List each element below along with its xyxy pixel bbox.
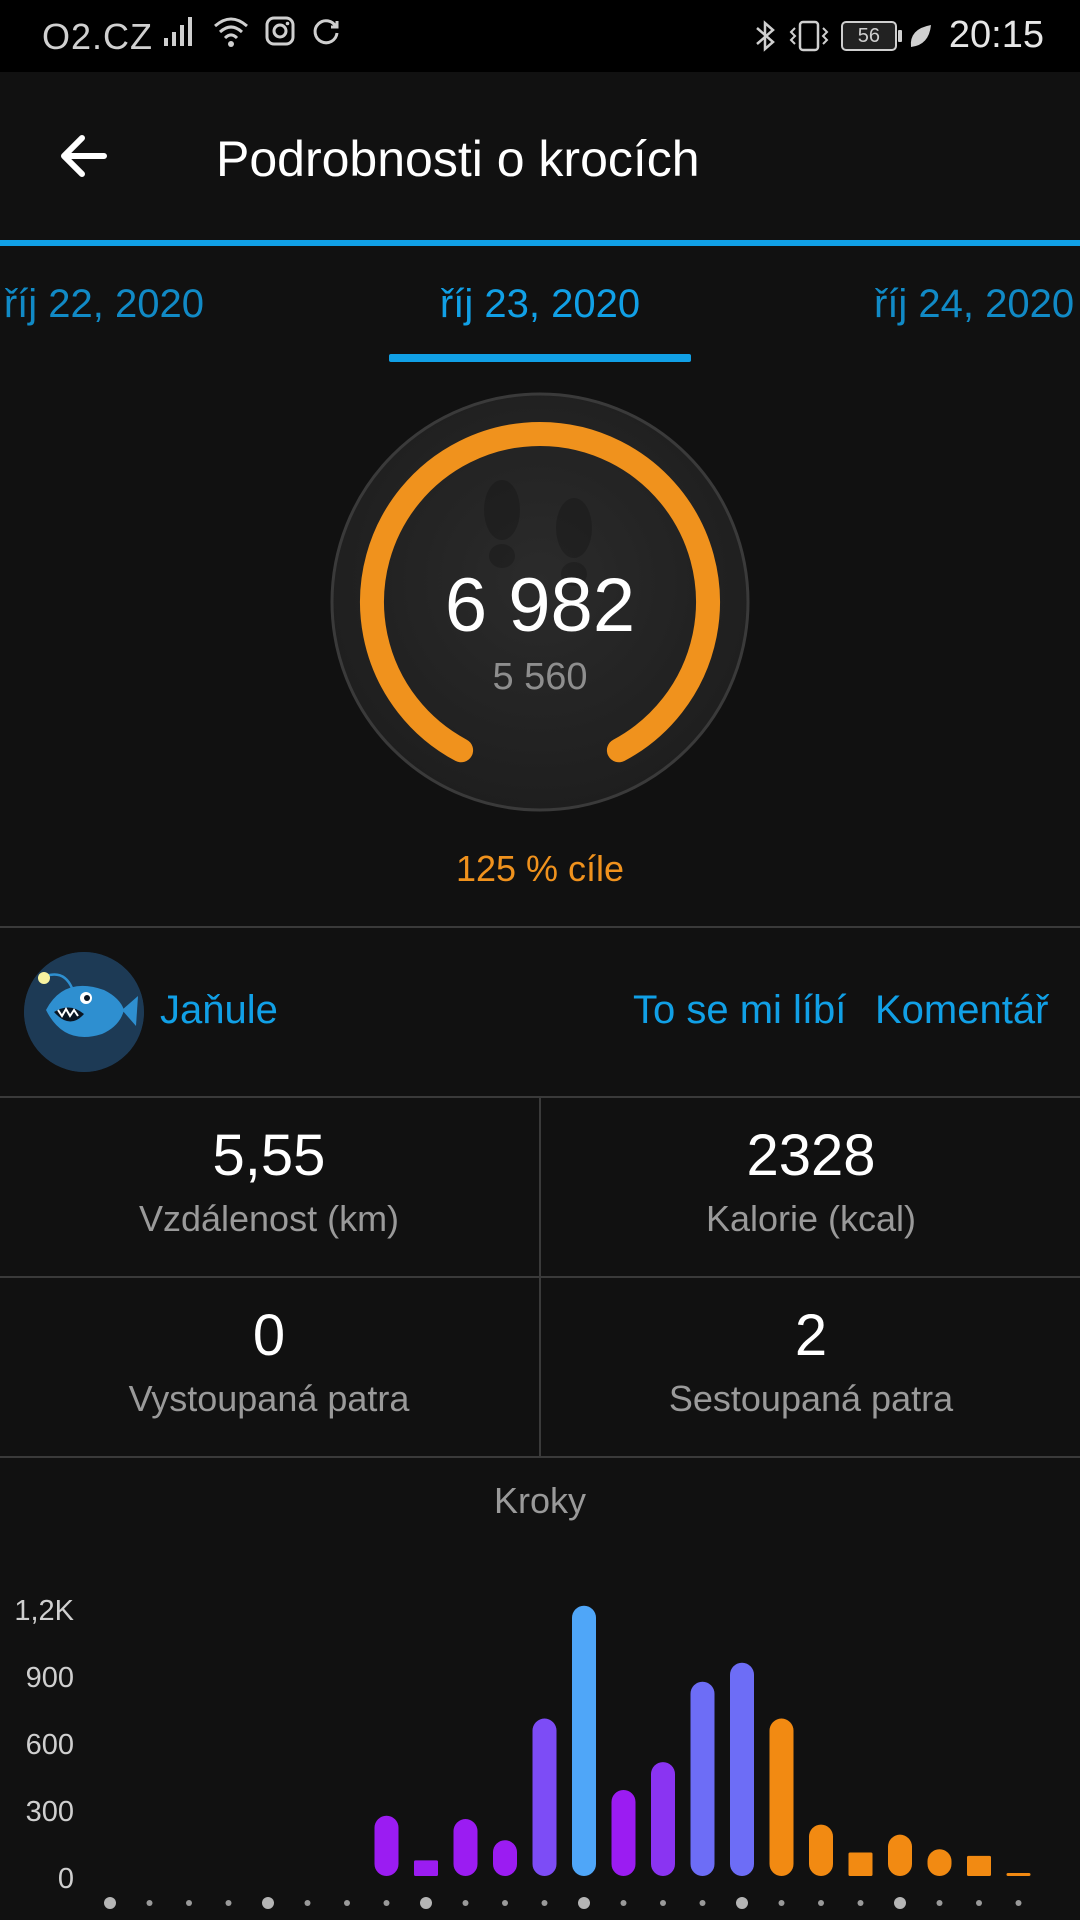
avatar[interactable]	[24, 952, 144, 1072]
x-axis-tick-dot	[262, 1897, 274, 1909]
x-axis-tick-dot	[186, 1900, 192, 1906]
y-tick-label: 0	[58, 1863, 74, 1895]
stat-floors-down: 2 Sestoupaná patra	[542, 1278, 1080, 1456]
tab-next-date[interactable]: říj 24, 2020	[874, 282, 1074, 327]
steps-gauge: 6 982 5 560	[330, 392, 750, 812]
back-button[interactable]	[50, 120, 122, 192]
date-tabs: říj 22, 2020 říj 23, 2020 říj 24, 2020	[0, 246, 1080, 366]
signal-icon	[164, 17, 192, 46]
steps-count: 6 982	[444, 563, 636, 648]
chart-bar	[453, 1819, 478, 1876]
grid-divider-horizontal	[0, 1276, 1080, 1278]
chart-bar	[730, 1662, 754, 1876]
y-tick-label: 900	[26, 1662, 74, 1694]
x-axis-tick-dot	[462, 1900, 469, 1906]
chart-bar	[690, 1681, 715, 1876]
x-axis-tick-dot	[857, 1900, 864, 1906]
x-axis-tick-dot	[778, 1900, 785, 1906]
page-title: Podrobnosti o krocích	[216, 131, 700, 187]
steps-goal: 5 560	[492, 656, 588, 698]
steps-bar-chart: 0 300 600 900 1,2K	[14, 1595, 1031, 1909]
carrier-name: O2.CZ	[42, 16, 154, 57]
chart-bar	[611, 1790, 636, 1876]
sync-icon	[313, 19, 339, 45]
bluetooth-icon	[756, 19, 775, 52]
x-axis-tick-dot	[383, 1900, 390, 1906]
status-icons-left	[162, 14, 342, 48]
chart-bar	[927, 1849, 952, 1876]
username-link[interactable]: Jaňule	[160, 988, 278, 1033]
x-axis-tick-dot	[146, 1900, 153, 1906]
stat-value: 5,55	[212, 1123, 326, 1188]
comment-button[interactable]: Komentář	[875, 988, 1048, 1033]
chart-bar	[1006, 1873, 1031, 1876]
chart-bar	[374, 1815, 399, 1876]
status-icons-right: 56 20:15	[753, 14, 1044, 57]
stat-value: 2	[794, 1303, 828, 1368]
divider	[0, 1456, 1080, 1458]
app-bar: Podrobnosti o krocích	[0, 72, 1080, 240]
like-button[interactable]: To se mi líbí	[633, 988, 846, 1033]
chart-title: Kroky	[493, 1480, 587, 1521]
x-axis-tick-dot	[660, 1900, 666, 1906]
x-axis-tick-dot	[541, 1900, 548, 1906]
stat-label: Vzdálenost (km)	[138, 1198, 400, 1239]
stat-label: Kalorie (kcal)	[705, 1198, 917, 1239]
x-axis-tick-dot	[620, 1900, 627, 1906]
instagram-icon	[265, 16, 295, 46]
stat-distance: 5,55 Vzdálenost (km)	[0, 1098, 538, 1276]
chart-bar	[532, 1718, 557, 1876]
arrow-left-icon	[61, 135, 107, 177]
x-axis-tick-dot	[976, 1900, 982, 1906]
chart-bar	[651, 1762, 675, 1876]
stat-value: 0	[252, 1303, 286, 1368]
stats-grid: 5,55 Vzdálenost (km) 2328 Kalorie (kcal)…	[0, 1098, 1080, 1458]
stat-floors-up: 0 Vystoupaná patra	[0, 1278, 538, 1456]
clock: 20:15	[948, 14, 1044, 56]
chart-bar	[848, 1852, 873, 1876]
x-axis-tick-dot	[104, 1897, 116, 1909]
x-axis-tick-dot	[304, 1900, 311, 1906]
chart-bar	[967, 1855, 991, 1876]
anglerfish-avatar-icon	[24, 952, 144, 1072]
x-axis-tick-dot	[225, 1900, 232, 1906]
x-axis-tick-dot	[818, 1900, 824, 1906]
stat-label: Vystoupaná patra	[128, 1378, 410, 1419]
status-bar: O2.CZ 56 20:15	[0, 0, 1080, 72]
x-axis-tick-dot	[578, 1897, 590, 1909]
chart-bar	[414, 1860, 438, 1876]
stat-label: Sestoupaná patra	[668, 1378, 954, 1419]
x-axis-tick-dot	[344, 1900, 350, 1906]
x-axis-tick-dot	[420, 1897, 432, 1909]
x-axis-tick-dot	[936, 1900, 943, 1906]
social-row: Jaňule To se mi líbí Komentář	[0, 928, 1080, 1096]
goal-percentage: 125 % cíle	[455, 848, 625, 889]
chart-bar	[769, 1718, 794, 1876]
y-tick-label: 1,2K	[14, 1595, 74, 1627]
chart-bar	[493, 1840, 517, 1876]
x-axis-tick-dot	[699, 1900, 706, 1906]
battery-level: 56	[857, 24, 881, 47]
stat-value: 2328	[746, 1123, 876, 1188]
x-axis-tick-dot	[736, 1897, 748, 1909]
vibrate-icon	[789, 20, 829, 51]
x-axis-tick-dot	[1015, 1900, 1022, 1906]
battery-icon: 56	[840, 20, 902, 51]
battery-saver-leaf-icon	[910, 24, 931, 47]
y-tick-label: 600	[26, 1729, 74, 1761]
x-axis-tick-dot	[502, 1900, 508, 1906]
chart-bar	[888, 1834, 912, 1876]
chart-bar	[572, 1605, 596, 1876]
y-tick-label: 300	[26, 1796, 74, 1828]
wifi-icon	[214, 17, 248, 47]
chart-bar	[809, 1824, 833, 1876]
tab-indicator	[389, 354, 691, 362]
x-axis-tick-dot	[894, 1897, 906, 1909]
stat-calories: 2328 Kalorie (kcal)	[542, 1098, 1080, 1276]
